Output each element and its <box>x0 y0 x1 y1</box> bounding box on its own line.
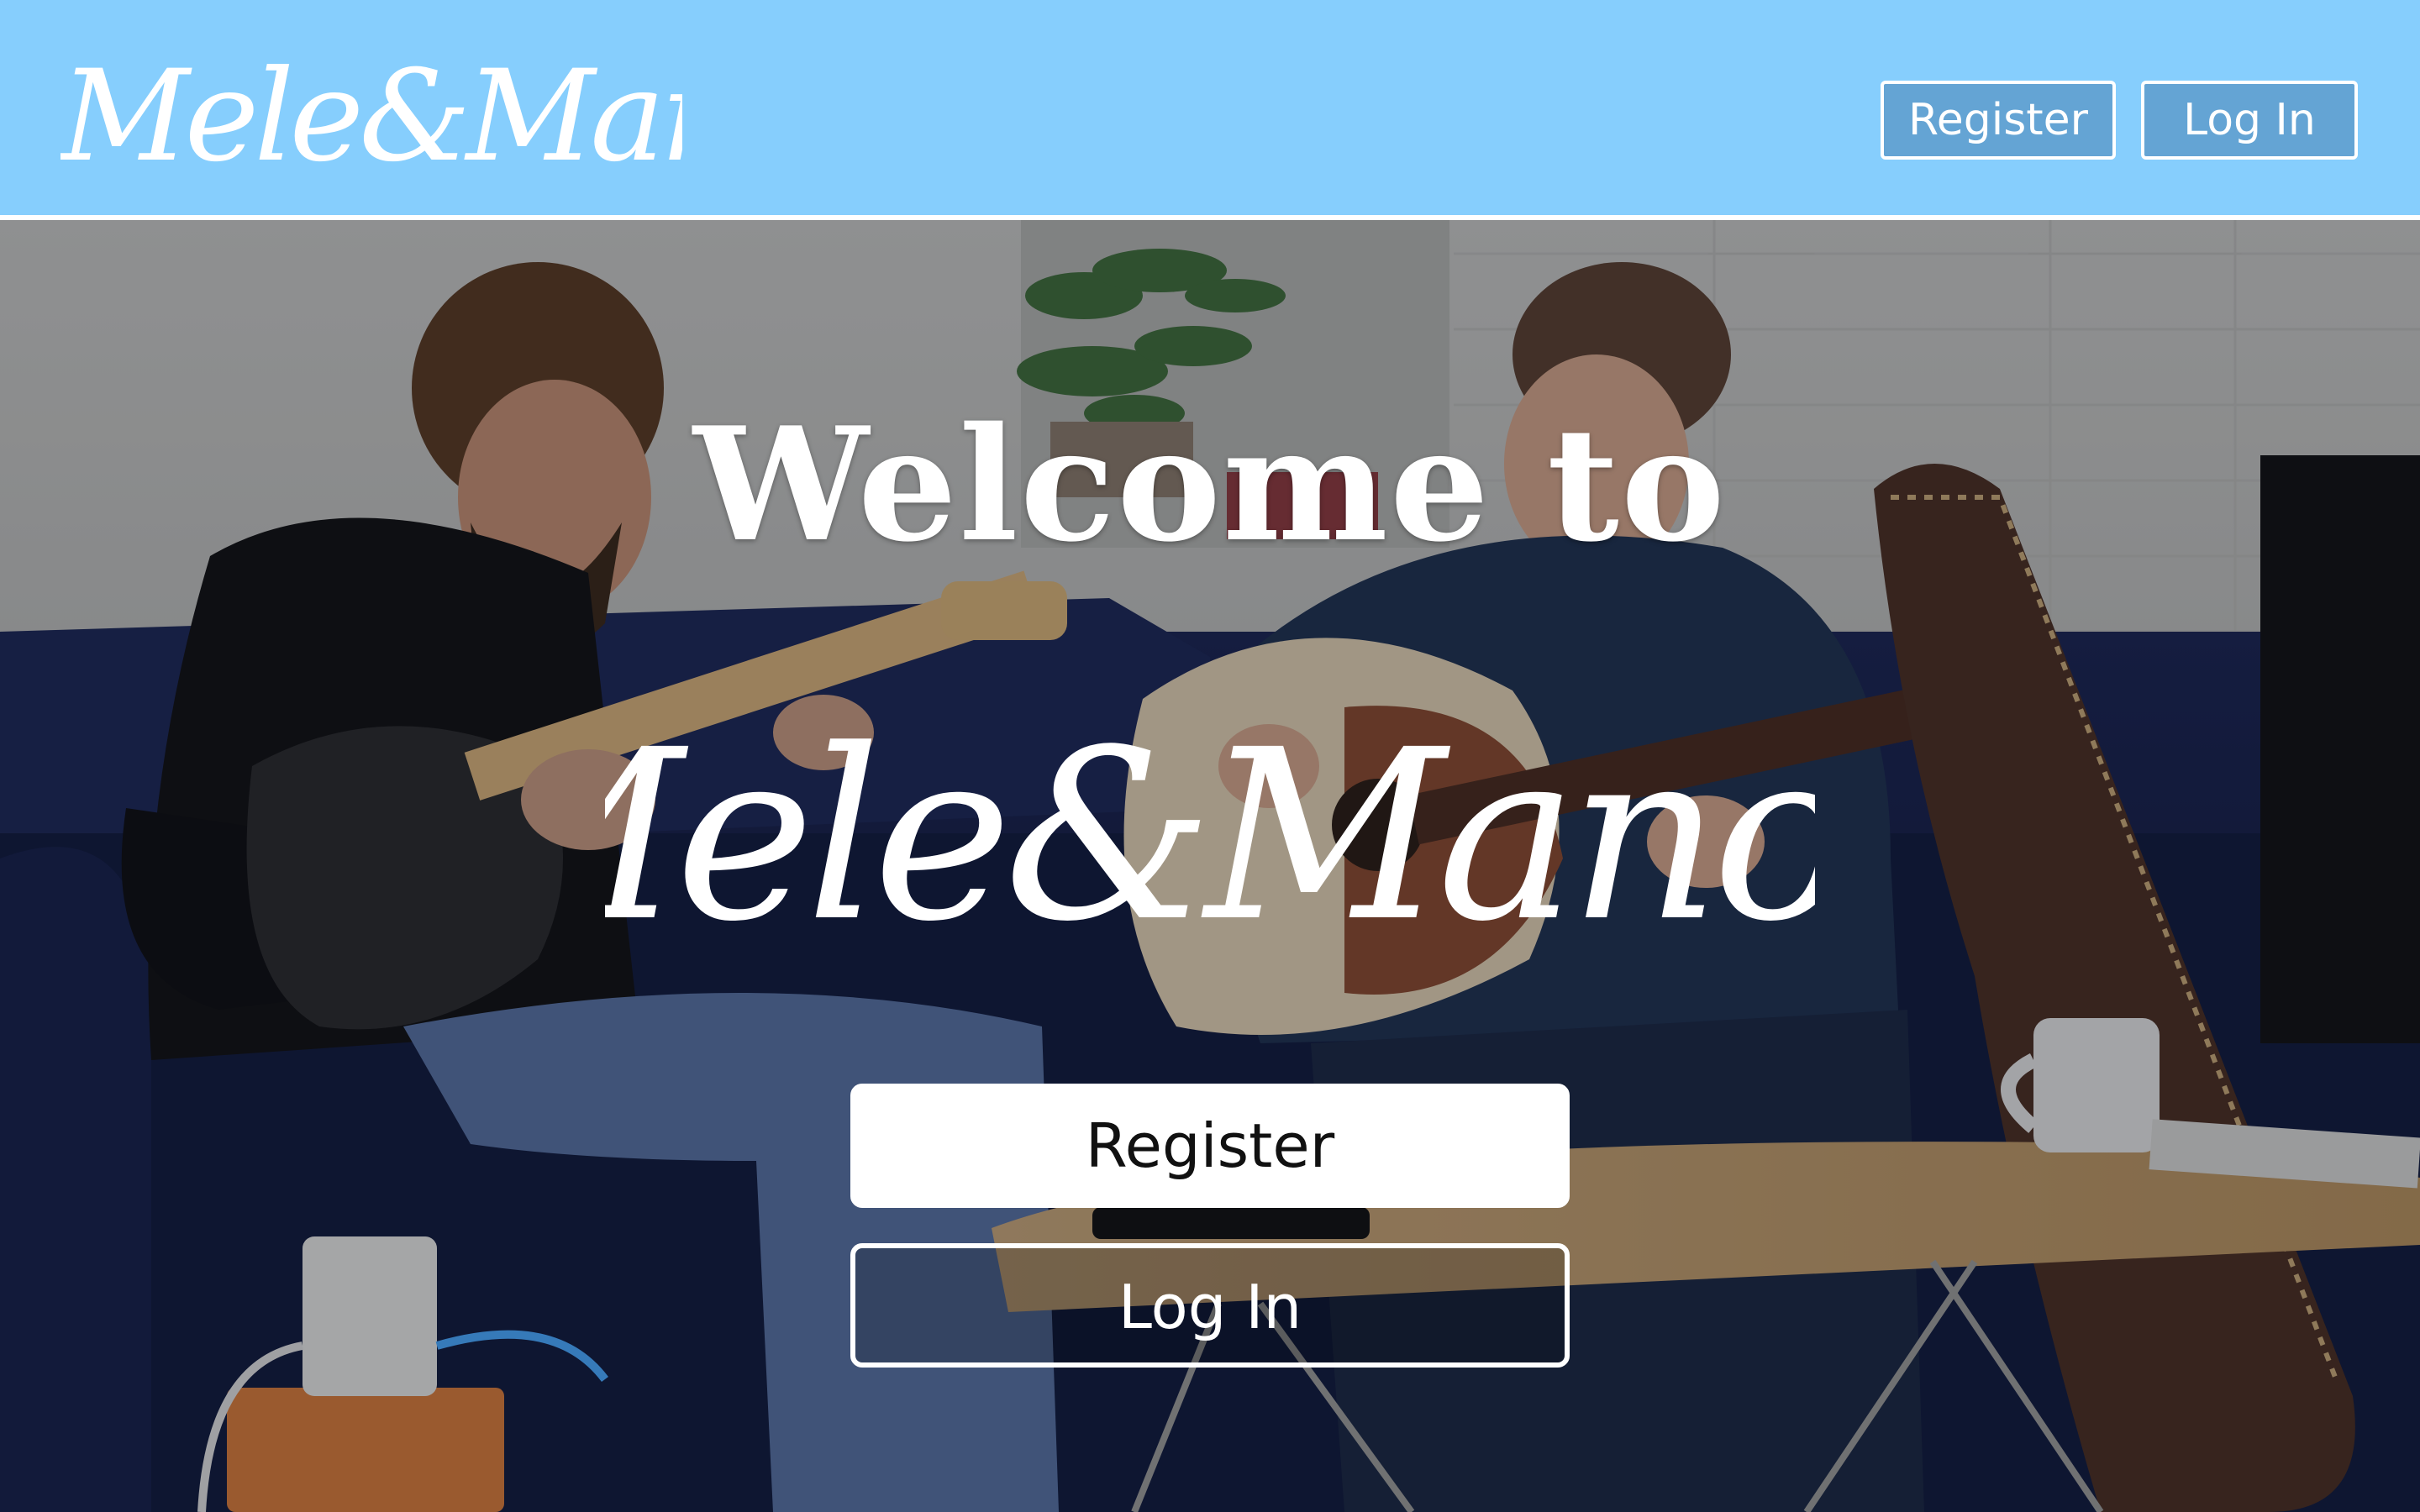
hero-title: Welcome to <box>693 392 1727 576</box>
hero-logo: Mele&Manoa <box>605 700 1815 974</box>
brand-logo[interactable]: Mele&Manoa <box>60 25 682 202</box>
brand-logo-text: Mele&Manoa <box>60 44 682 190</box>
hero-login-button[interactable]: Log In <box>850 1243 1570 1368</box>
hero-register-button[interactable]: Register <box>850 1084 1570 1208</box>
nav-register-button[interactable]: Register <box>1881 81 2116 160</box>
hero-logo-text: Mele&Manoa <box>605 700 1815 974</box>
hero-section: Welcome to Mele&Manoa Register Log In <box>0 220 2420 1512</box>
navbar: Mele&Manoa Register Log In <box>0 0 2420 220</box>
page: Mele&Manoa Register Log In <box>0 0 2420 1512</box>
nav-login-button[interactable]: Log In <box>2141 81 2358 160</box>
